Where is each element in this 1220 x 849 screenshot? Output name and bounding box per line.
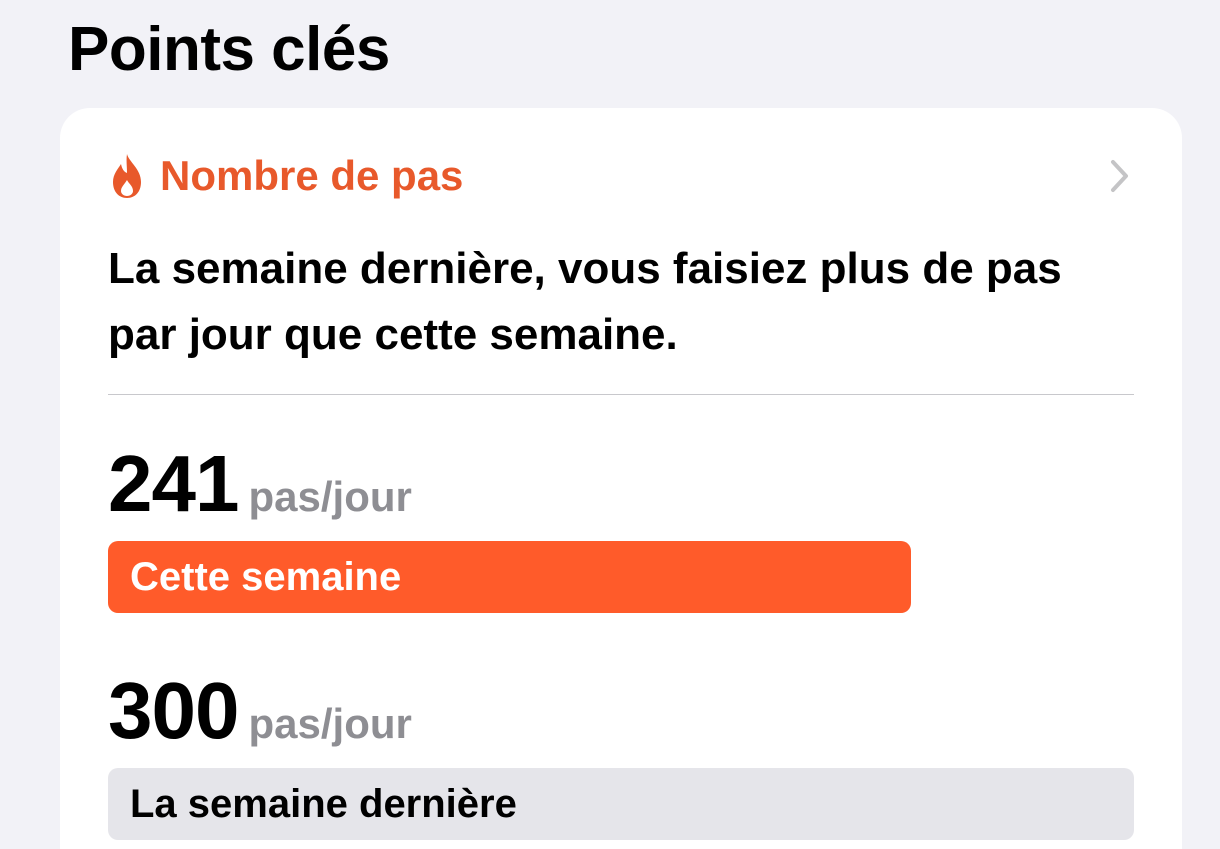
chevron-right-icon[interactable] bbox=[1104, 156, 1134, 196]
this-week-label: Cette semaine bbox=[130, 554, 402, 599]
current-metric: 241 pas/jour bbox=[108, 438, 412, 530]
summary-text: La semaine dernière, vous faisiez plus d… bbox=[108, 244, 1062, 359]
card-label: Nombre de pas bbox=[160, 152, 464, 199]
highlights-page: Points clés Nombre de pas La semaine der… bbox=[0, 0, 1220, 849]
previous-unit: pas/jour bbox=[248, 700, 412, 747]
section-title: Points clés bbox=[68, 15, 390, 84]
steps-highlight-card[interactable]: Nombre de pas La semaine dernière, vous … bbox=[60, 108, 1182, 849]
current-unit: pas/jour bbox=[248, 473, 412, 520]
previous-metric: 300 pas/jour bbox=[108, 665, 412, 757]
divider bbox=[108, 394, 1134, 395]
last-week-label: La semaine dernière bbox=[130, 781, 517, 826]
previous-value: 300 bbox=[108, 666, 239, 755]
this-week-bar: Cette semaine bbox=[108, 541, 911, 613]
flame-icon bbox=[108, 150, 150, 202]
card-header[interactable]: Nombre de pas bbox=[108, 148, 1134, 204]
last-week-bar: La semaine dernière bbox=[108, 768, 1134, 840]
current-value: 241 bbox=[108, 439, 239, 528]
